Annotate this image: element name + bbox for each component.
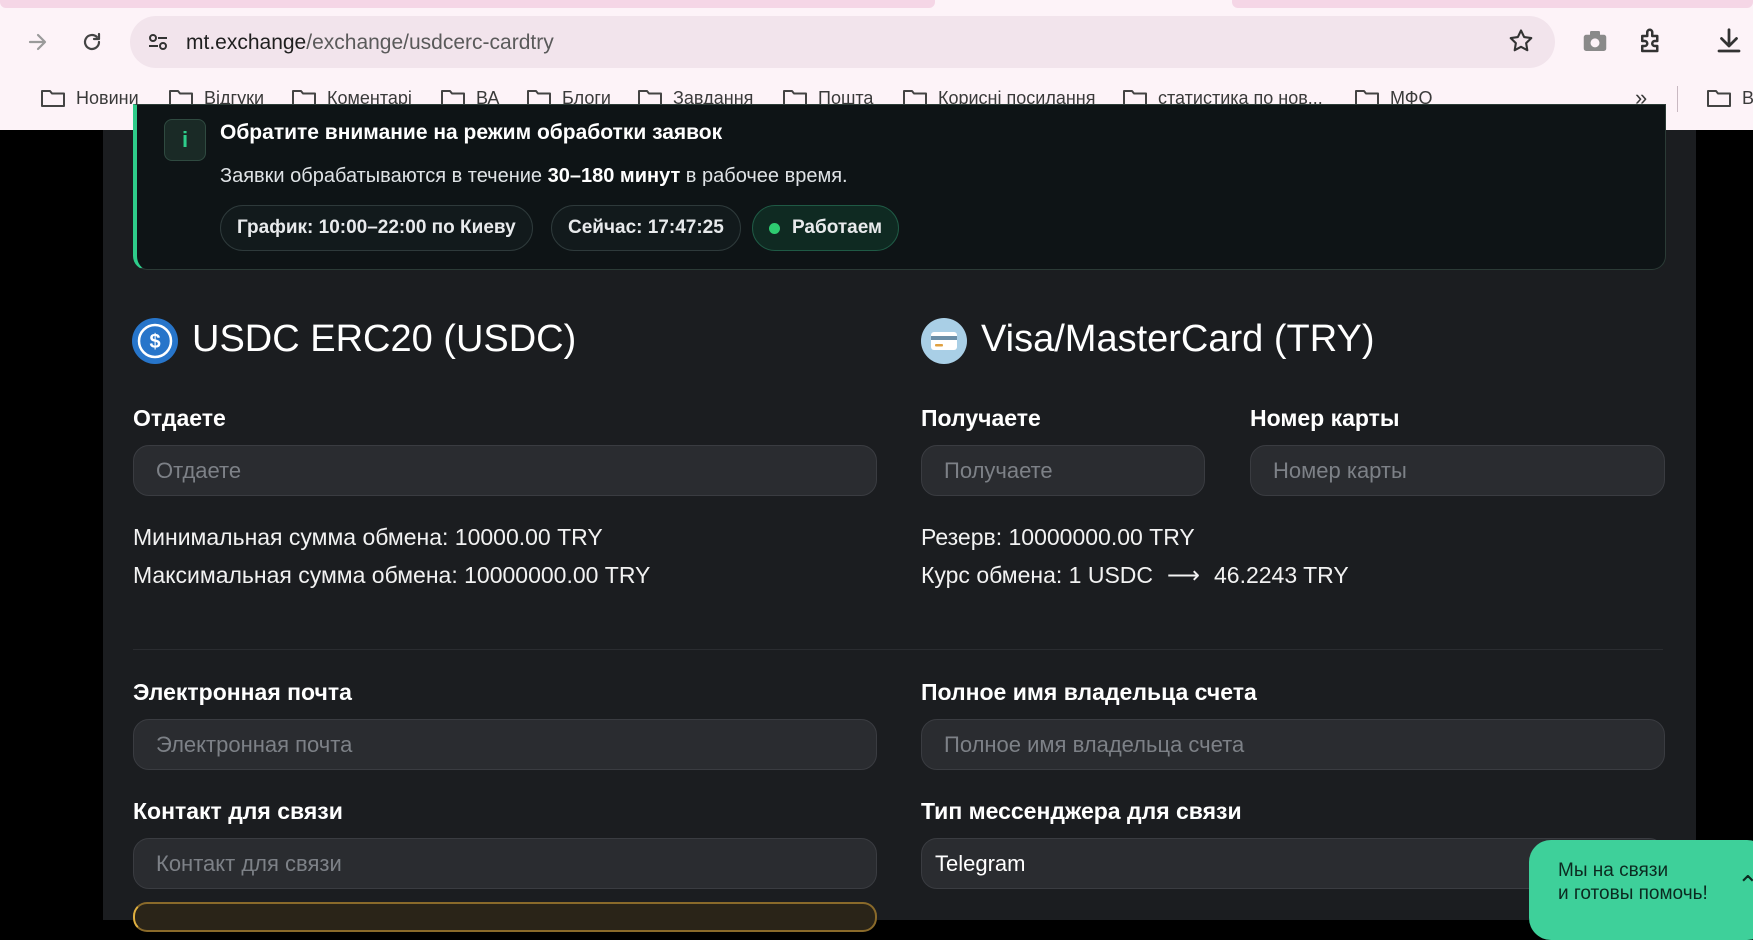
info-icon: i xyxy=(164,119,206,161)
email-field[interactable]: Электронная почта xyxy=(133,719,877,770)
folder-icon xyxy=(1707,90,1731,107)
notice-text: Заявки обрабатываются в течение 30–180 м… xyxy=(220,165,848,188)
contact-field[interactable]: Контакт для связи xyxy=(133,838,877,889)
download-icon[interactable] xyxy=(1714,26,1744,56)
max-amount-text: Максимальная сумма обмена: 10000000.00 T… xyxy=(133,562,651,588)
email-label: Электронная почта xyxy=(133,679,352,705)
bookmark-label: В xyxy=(1742,87,1753,108)
min-amount-text: Минимальная сумма обмена: 10000.00 TRY xyxy=(133,524,603,550)
schedule-chip: График: 10:00–22:00 по Киеву xyxy=(220,205,533,251)
extensions-icon[interactable] xyxy=(1636,26,1666,56)
processing-notice: i Обратите внимание на режим обработки з… xyxy=(133,104,1666,270)
give-amount-input[interactable]: Отдаете xyxy=(133,445,877,496)
notice-title: Обратите внимание на режим обработки зая… xyxy=(220,121,723,144)
site-settings-icon[interactable] xyxy=(146,30,170,54)
bookmarks-separator xyxy=(1677,86,1678,112)
address-bar[interactable]: mt.exchange/exchange/usdcerc-cardtry xyxy=(130,16,1555,68)
url-path: /exchange/usdcerc-cardtry xyxy=(306,31,554,54)
exchange-rate-text: Курс обмена: 1 USDC ⟶ 46.2243 TRY xyxy=(921,562,1349,589)
card-icon xyxy=(921,318,967,364)
usdc-icon: $ xyxy=(132,318,178,364)
chevron-up-icon: ⌃ xyxy=(1737,870,1753,900)
svg-text:$: $ xyxy=(149,331,160,353)
receive-currency-title: Visa/MasterCard (TRY) xyxy=(981,318,1375,360)
notice-text-after: в рабочее время. xyxy=(680,165,848,187)
schedule-chip-label: График: 10:00–22:00 по Киеву xyxy=(237,217,516,238)
give-currency-title: USDC ERC20 (USDC) xyxy=(192,318,577,360)
current-time-label: Сейчас: 17:47:25 xyxy=(568,217,724,238)
folder-icon xyxy=(41,90,65,107)
messenger-label: Тип мессенджера для связи xyxy=(921,798,1242,824)
give-amount-label: Отдаете xyxy=(133,405,226,431)
current-time-chip: Сейчас: 17:47:25 xyxy=(551,205,741,251)
notice-text-bold: 30–180 минут xyxy=(547,165,681,187)
url-domain: mt.exchange xyxy=(186,31,307,54)
status-badge: Работаем xyxy=(752,205,900,251)
rate-value: 46.2243 TRY xyxy=(1214,562,1349,588)
reserve-text: Резерв: 10000000.00 TRY xyxy=(921,524,1195,550)
bookmark-star-icon[interactable] xyxy=(1507,27,1535,55)
receive-amount-input[interactable]: Получаете xyxy=(921,445,1205,496)
url-text[interactable]: mt.exchange/exchange/usdcerc-cardtry xyxy=(186,31,554,55)
bookmark-folder[interactable]: Новини xyxy=(40,80,139,116)
bookmark-label: Новини xyxy=(76,87,139,108)
forward-button[interactable] xyxy=(20,24,56,60)
bookmark-folder[interactable]: В xyxy=(1706,80,1753,116)
status-label: Работаем xyxy=(792,217,883,238)
owner-name-field[interactable]: Полное имя владельца счета xyxy=(921,719,1665,770)
section-divider xyxy=(133,649,1663,650)
owner-name-label: Полное имя владельца счета xyxy=(921,679,1257,705)
chat-widget[interactable]: Мы на связи и готовы помочь! ⌃ xyxy=(1529,840,1753,940)
browser-tab[interactable] xyxy=(1232,0,1753,8)
rate-prefix: Курс обмена: 1 USDC xyxy=(921,562,1154,588)
arrow-right-icon: ⟶ xyxy=(1167,562,1200,588)
chat-line-1: Мы на связи xyxy=(1558,860,1669,881)
reload-button[interactable] xyxy=(74,24,110,60)
notice-text-before: Заявки обрабатываются в течение xyxy=(220,165,548,187)
card-number-input[interactable]: Номер карты xyxy=(1250,445,1665,496)
status-dot xyxy=(769,222,780,234)
receive-amount-label: Получаете xyxy=(921,405,1041,431)
warning-box xyxy=(133,902,877,932)
tab-strip xyxy=(0,0,1753,8)
card-number-label: Номер карты xyxy=(1250,405,1400,431)
contact-label: Контакт для связи xyxy=(133,798,343,824)
chat-line-2: и готовы помочь! xyxy=(1558,883,1708,904)
arrow-right-icon xyxy=(28,33,47,51)
browser-tab[interactable] xyxy=(0,0,935,8)
camera-icon[interactable] xyxy=(1580,26,1610,56)
reload-icon xyxy=(83,32,101,51)
